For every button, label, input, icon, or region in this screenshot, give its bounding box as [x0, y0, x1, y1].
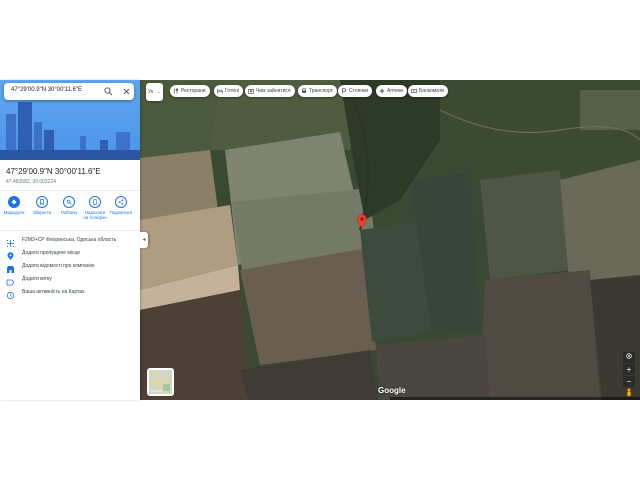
chip-restaurants[interactable]: Ресторани — [170, 85, 210, 97]
layers-button[interactable]: Шари — [147, 368, 174, 396]
satellite-map[interactable]: Ук ⌄ Ресторани Готелі Чим зайнятися Транс… — [140, 80, 640, 400]
language-switcher[interactable]: Ук ⌄ — [146, 83, 163, 101]
restaurant-icon — [174, 88, 179, 94]
chip-things-to-do[interactable]: Чим зайнятися — [245, 85, 295, 97]
collapse-sidebar-button[interactable]: ◂ — [140, 232, 148, 248]
bookmark-icon — [36, 196, 48, 208]
search-icon[interactable] — [102, 85, 115, 98]
atm-icon: $ — [411, 88, 417, 93]
share-button[interactable]: Поділитися — [109, 196, 133, 215]
add-place-icon — [6, 248, 15, 260]
search-box[interactable]: 47°29'00.9"N 30°00'11.6"E — [4, 83, 134, 100]
plus-code-row[interactable]: F2M3+CP Флоринська, Одеська область — [0, 234, 140, 248]
map-controls: + − — [623, 352, 635, 400]
divider — [0, 230, 140, 231]
google-logo: Google — [378, 386, 406, 395]
parking-icon — [342, 88, 347, 94]
chip-pharmacies[interactable]: Аптеки — [376, 85, 408, 97]
pharmacy-icon — [379, 88, 385, 94]
history-icon — [6, 287, 15, 300]
send-to-phone-button[interactable]: Надіслати на телефон — [83, 196, 107, 220]
map-footer-bar — [390, 397, 640, 400]
hotel-icon — [217, 89, 223, 94]
sidebar: 47°29'00.9"N 30°00'11.6"E 47°29'00.9"N 3… — [0, 80, 140, 400]
add-missing-place-row[interactable]: Додати пропущене місце — [0, 247, 140, 260]
directions-icon — [8, 196, 20, 208]
maps-app: 47°29'00.9"N 30°00'11.6"E 47°29'00.9"N 3… — [0, 80, 640, 400]
save-button[interactable]: Зберегти — [30, 196, 54, 215]
divider — [0, 190, 140, 191]
add-business-row[interactable]: Додати відомості про компанію — [0, 260, 140, 273]
add-label-row[interactable]: Додати мітку — [0, 273, 140, 286]
chip-atms[interactable]: $ Банкомати — [408, 85, 449, 97]
place-coordinates: 47.483582, 30.003224 — [6, 179, 57, 185]
satellite-imagery — [140, 80, 640, 400]
business-icon — [6, 261, 15, 273]
share-icon — [115, 196, 127, 208]
my-location-button[interactable] — [623, 352, 635, 363]
zoom-out-button[interactable]: − — [623, 376, 635, 387]
directions-button[interactable]: Маршрути — [2, 196, 26, 215]
my-location-icon — [626, 353, 632, 359]
chevron-left-icon: ◂ — [142, 237, 146, 243]
zoom-in-button[interactable]: + — [623, 364, 635, 375]
maps-activity-row[interactable]: Ваша активність на Картах — [0, 286, 140, 300]
close-icon[interactable] — [120, 85, 133, 98]
chevron-down-icon: ⌄ — [157, 89, 161, 94]
search-input[interactable]: 47°29'00.9"N 30°00'11.6"E — [11, 87, 82, 93]
chip-parking[interactable]: Стоянки — [338, 85, 373, 97]
plus-code-icon — [6, 235, 15, 248]
chip-hotels[interactable]: Готелі — [214, 85, 243, 97]
things-to-do-icon — [248, 88, 254, 94]
label-icon — [6, 274, 15, 286]
send-to-phone-icon — [89, 196, 101, 208]
location-pin-icon[interactable] — [357, 214, 367, 234]
chip-transit[interactable]: Транспорт — [298, 85, 338, 97]
action-buttons: Маршрути Зберегти Поблизу Надіслати на т… — [2, 196, 138, 226]
transit-icon — [302, 88, 306, 93]
place-title: 47°29'00.9"N 30°00'11.6"E — [6, 167, 101, 176]
nearby-button[interactable]: Поблизу — [57, 196, 81, 215]
nearby-icon — [63, 196, 75, 208]
